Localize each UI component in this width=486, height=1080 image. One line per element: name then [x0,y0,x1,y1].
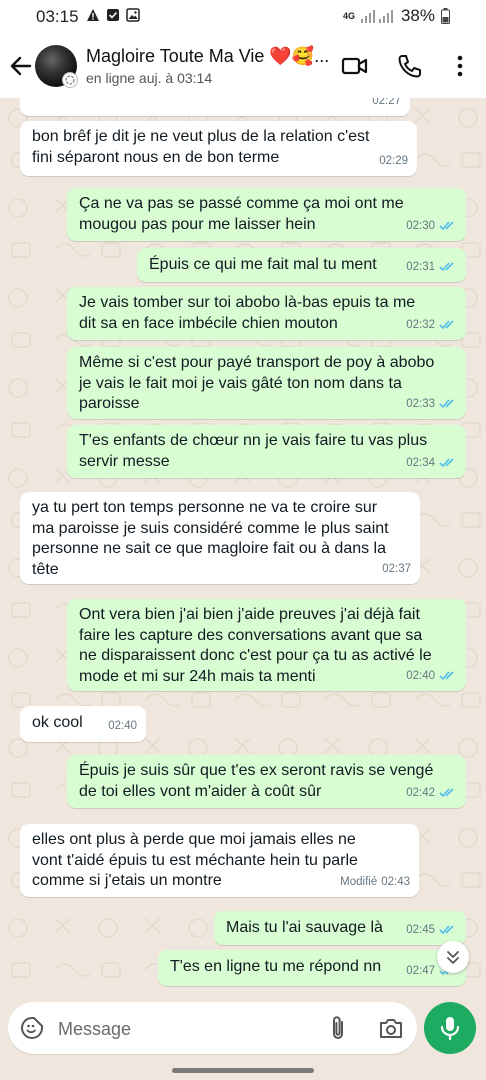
read-ticks-icon [439,788,454,798]
read-ticks-icon [439,671,454,681]
message-time: 02:30 [406,219,435,232]
message-time: 02:32 [406,318,435,331]
message-meta: 02:33 [406,394,457,415]
chat-header: Magloire Toute Ma Vie ❤️🥰... en ligne au… [0,34,486,98]
message-bubble[interactable]: Ont vera bien j'ai bien j'aide preuves j… [67,599,466,691]
message-bubble[interactable]: Épuis je suis sûr que t'es ex seront rav… [67,755,466,808]
sticker-emoji-icon[interactable] [20,1016,44,1040]
message-bubble[interactable]: elles ont plus à perde que moi jamais el… [20,824,419,897]
message-text: T'es enfants de chœur nn je vais faire t… [79,432,428,470]
message-meta: 02:40 [406,666,457,687]
message-bubble[interactable]: Épuis ce qui me fait mal tu ment 02:31 [137,248,466,282]
more-options-icon[interactable] [446,52,474,80]
checkbox-icon [107,9,119,21]
attach-paperclip-icon[interactable] [326,1015,350,1041]
message-meta: 02:37 [382,559,411,580]
message-time: 02:31 [406,260,435,273]
message-text: Je vais tomber sur toi abobo là-bas epui… [79,294,416,332]
message-text: Ont vera bien j'ai bien j'aide preuves j… [79,606,432,685]
scroll-to-bottom-button[interactable] [437,941,469,973]
contact-name[interactable]: Magloire Toute Ma Vie ❤️🥰... [86,46,329,67]
read-ticks-icon [439,320,454,330]
message-bubble[interactable]: ok cool 02:40 [20,706,146,742]
message-composer [8,1002,417,1054]
camera-icon[interactable] [378,1016,404,1040]
message-time: 02:40 [108,719,137,732]
message-text: bon brêf je dit je ne veut plus de la re… [32,128,370,166]
message-time: 02:42 [406,786,435,799]
read-ticks-icon [439,399,454,409]
message-bubble[interactable]: 02:27 [20,98,410,116]
message-time: 02:45 [406,923,435,936]
message-bubble[interactable]: Je vais tomber sur toi abobo là-bas epui… [67,287,466,340]
message-time: 02:33 [406,397,435,410]
message-meta: 02:34 [406,453,457,474]
read-ticks-icon [439,262,454,272]
message-time: 02:34 [406,456,435,469]
status-right: 4G 38% [343,6,450,26]
message-bubble[interactable]: T'es en ligne tu me répond nn 02:47 [158,950,466,986]
message-meta: 02:45 [406,920,457,941]
home-indicator[interactable] [172,1068,314,1073]
edited-label: Modifié [340,875,378,888]
status-ring-icon [62,72,78,88]
message-input[interactable] [56,1012,310,1046]
message-bubble[interactable]: Ça ne va pas se passé comme ça moi ont m… [67,188,466,241]
message-meta: 02:42 [406,783,457,804]
status-time: 03:15 [36,7,79,26]
message-text: Même si c'est pour payé transport de poy… [79,354,435,412]
message-text: Épuis je suis sûr que t'es ex seront rav… [79,762,434,800]
message-bubble[interactable]: T'es enfants de chœur nn je vais faire t… [67,425,466,478]
message-meta: 02:40 [108,716,137,737]
voice-message-button[interactable] [424,1002,476,1054]
message-time: 02:29 [379,154,408,167]
message-time: 02:43 [381,875,410,888]
message-meta: 02:29 [379,151,408,172]
message-time: 02:40 [406,669,435,682]
read-ticks-icon [439,458,454,468]
warning-icon [87,9,99,21]
message-meta: Modifié 02:43 [340,872,410,893]
message-meta: 02:30 [406,216,457,237]
read-ticks-icon [439,221,454,231]
network-type: 4G [342,11,355,21]
back-arrow-icon[interactable] [8,53,34,79]
double-chevron-down-icon [447,951,459,964]
message-time: 02:37 [382,562,411,575]
message-time: 02:27 [372,98,401,107]
message-bubble[interactable]: ya tu pert ton temps personne ne va te c… [20,492,420,584]
message-meta: 02:27 [372,98,401,111]
message-bubble[interactable]: Même si c'est pour payé transport de poy… [67,347,466,419]
message-bubble[interactable]: bon brêf je dit je ne veut plus de la re… [20,121,417,176]
message-bubble[interactable]: Mais tu l'ai sauvage là 02:45 [214,911,466,945]
message-time: 02:47 [406,964,435,977]
video-call-icon[interactable] [341,52,369,80]
message-meta: 02:32 [406,315,457,336]
notification-icons [86,8,140,22]
image-icon [126,8,140,22]
battery-percent: 38% [400,6,435,25]
chat-area[interactable]: 02:27 bon brêf je dit je ne veut plus de… [0,98,486,1000]
phone-call-icon[interactable] [396,52,424,80]
signal-icon [360,10,393,23]
microphone-icon [440,1017,460,1041]
contact-status: en ligne auj. à 03:14 [86,70,213,86]
gesture-navigation-bar [0,1060,486,1080]
message-text: Ça ne va pas se passé comme ça moi ont m… [79,195,404,233]
message-text: ya tu pert ton temps personne ne va te c… [32,499,389,578]
message-meta: 02:31 [406,257,457,278]
read-ticks-icon [439,925,454,935]
battery-icon [441,8,450,24]
status-bar: 03:15 4G 38% [0,0,486,34]
